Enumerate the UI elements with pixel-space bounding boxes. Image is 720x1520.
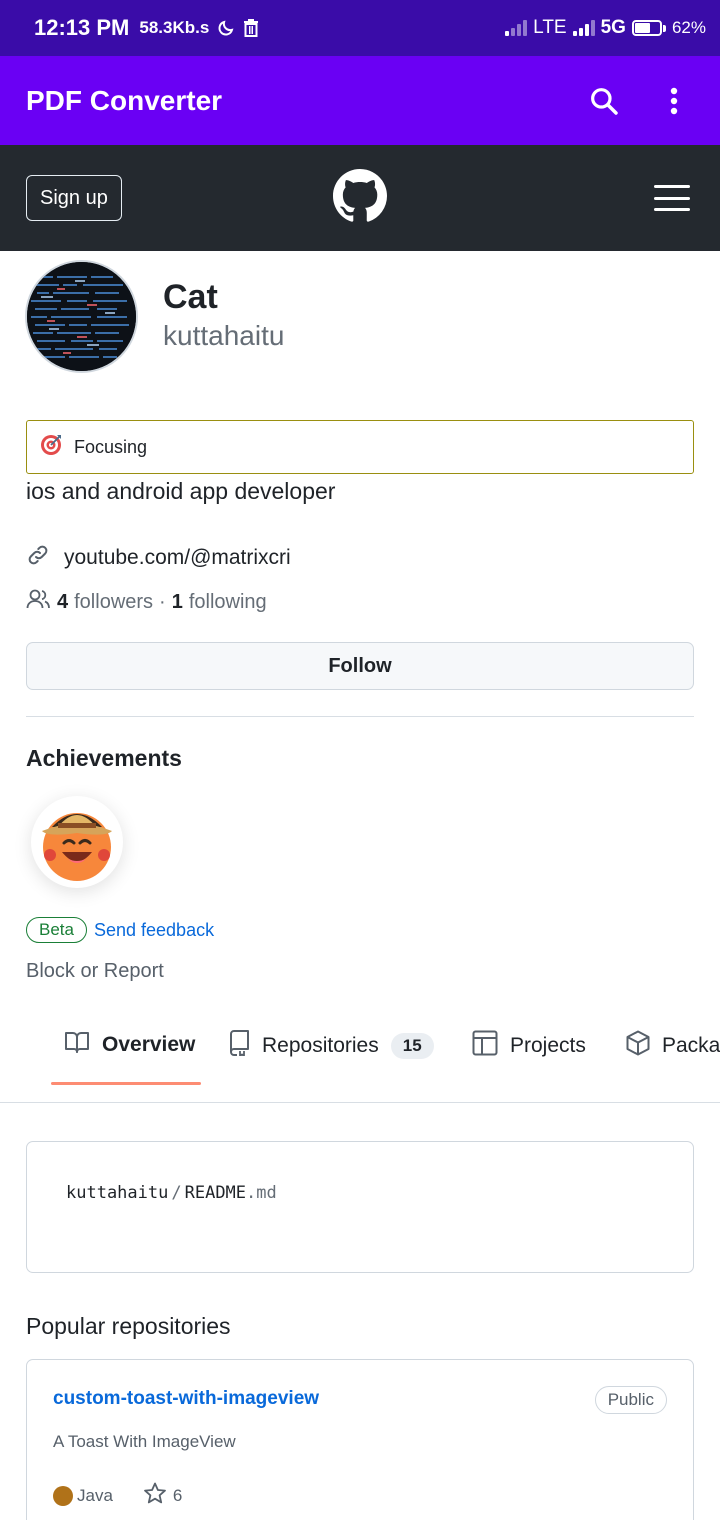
followers-count[interactable]: 4 xyxy=(57,591,68,614)
tab-repositories[interactable]: Repositories 15 xyxy=(228,1030,434,1062)
people-icon xyxy=(26,588,51,616)
status-bar: 12:13 PM 58.3Kb.s LTE 5G 62% xyxy=(0,0,720,56)
follow-button[interactable]: Follow xyxy=(26,642,694,690)
tab-overview-label: Overview xyxy=(102,1033,196,1056)
profile-tabs: Overview Repositories 15 Projects Packa xyxy=(0,1018,720,1103)
trash-icon xyxy=(243,19,259,37)
readme-ext: .md xyxy=(246,1183,277,1203)
table-icon xyxy=(472,1030,498,1062)
repo-stars[interactable]: 6 xyxy=(143,1482,182,1510)
star-icon xyxy=(143,1482,167,1510)
cowboy-emoji-icon xyxy=(34,797,120,888)
repo-meta: Java 6 xyxy=(53,1482,182,1510)
moon-icon xyxy=(217,19,235,37)
direct-hit-icon xyxy=(40,434,62,461)
book-icon xyxy=(64,1030,90,1060)
visibility-badge: Public xyxy=(594,1386,667,1414)
tab-repositories-label: Repositories xyxy=(262,1034,379,1057)
repo-description: A Toast With ImageView xyxy=(53,1432,236,1451)
network-speed: 58.3Kb.s xyxy=(139,18,210,37)
readme-file: README xyxy=(184,1183,247,1203)
signal-icon-2 xyxy=(572,20,595,36)
popular-repositories-title: Popular repositories xyxy=(26,1313,231,1339)
tab-packages-label: Packa xyxy=(662,1034,720,1057)
bio: ios and android app developer xyxy=(26,478,336,504)
display-name: Cat xyxy=(163,278,218,316)
link-icon xyxy=(26,543,50,573)
package-icon xyxy=(626,1030,650,1062)
repo-name-link[interactable]: custom-toast-with-imageview xyxy=(53,1388,319,1410)
readme-owner: kuttahaitu xyxy=(66,1183,169,1203)
repo-language: Java xyxy=(77,1486,113,1505)
star-count: 6 xyxy=(172,1486,183,1505)
tab-overview[interactable]: Overview xyxy=(64,1030,195,1060)
repo-icon xyxy=(228,1030,250,1062)
signal-icon xyxy=(505,20,528,36)
following-label[interactable]: following xyxy=(189,591,267,614)
following-count[interactable]: 1 xyxy=(172,591,183,614)
achievement-badge[interactable] xyxy=(31,796,123,888)
block-report-link[interactable]: Block or Report xyxy=(26,960,164,983)
user-status[interactable]: Focusing xyxy=(26,420,694,474)
language-color-dot xyxy=(53,1486,73,1506)
tab-packages[interactable]: Packa xyxy=(626,1030,720,1062)
repo-card: custom-toast-with-imageview Public A Toa… xyxy=(26,1359,694,1520)
website-url[interactable]: youtube.com/@matrixcri xyxy=(64,546,291,570)
send-feedback-link[interactable]: Send feedback xyxy=(94,920,214,941)
feedback-row: Beta Send feedback xyxy=(26,917,214,943)
status-time: 12:13 PM xyxy=(34,15,130,40)
readme-path[interactable]: kuttahaitu / README.md xyxy=(66,1183,277,1203)
hamburger-icon[interactable] xyxy=(654,185,690,211)
battery-icon xyxy=(631,20,666,36)
5g-label: 5G xyxy=(600,17,626,38)
repositories-count: 15 xyxy=(390,1033,434,1059)
battery-percent: 62% xyxy=(671,18,706,37)
follow-separator: · xyxy=(159,590,166,613)
tab-projects[interactable]: Projects xyxy=(472,1030,586,1062)
status-text: Focusing xyxy=(74,436,148,457)
app-title: PDF Converter xyxy=(26,84,223,116)
beta-badge: Beta xyxy=(26,917,87,943)
lte-label: LTE xyxy=(533,17,567,38)
achievements-title: Achievements xyxy=(26,745,182,771)
app-bar: PDF Converter xyxy=(0,56,720,145)
tab-projects-label: Projects xyxy=(510,1034,586,1057)
website-link[interactable]: youtube.com/@matrixcri xyxy=(26,543,291,573)
github-header: Sign up xyxy=(0,145,720,251)
signup-button[interactable]: Sign up xyxy=(26,175,122,221)
github-icon[interactable] xyxy=(333,169,387,228)
readme-card: kuttahaitu / README.md xyxy=(26,1141,694,1273)
avatar[interactable] xyxy=(25,260,138,373)
active-tab-indicator xyxy=(51,1082,201,1085)
divider xyxy=(26,716,694,717)
username: kuttahaitu xyxy=(163,320,285,351)
search-icon[interactable] xyxy=(584,81,624,121)
follow-stats: 4 followers · 1 following xyxy=(26,588,267,616)
more-vert-icon[interactable] xyxy=(654,81,694,121)
followers-label[interactable]: followers xyxy=(74,591,153,614)
readme-slash: / xyxy=(171,1183,182,1203)
